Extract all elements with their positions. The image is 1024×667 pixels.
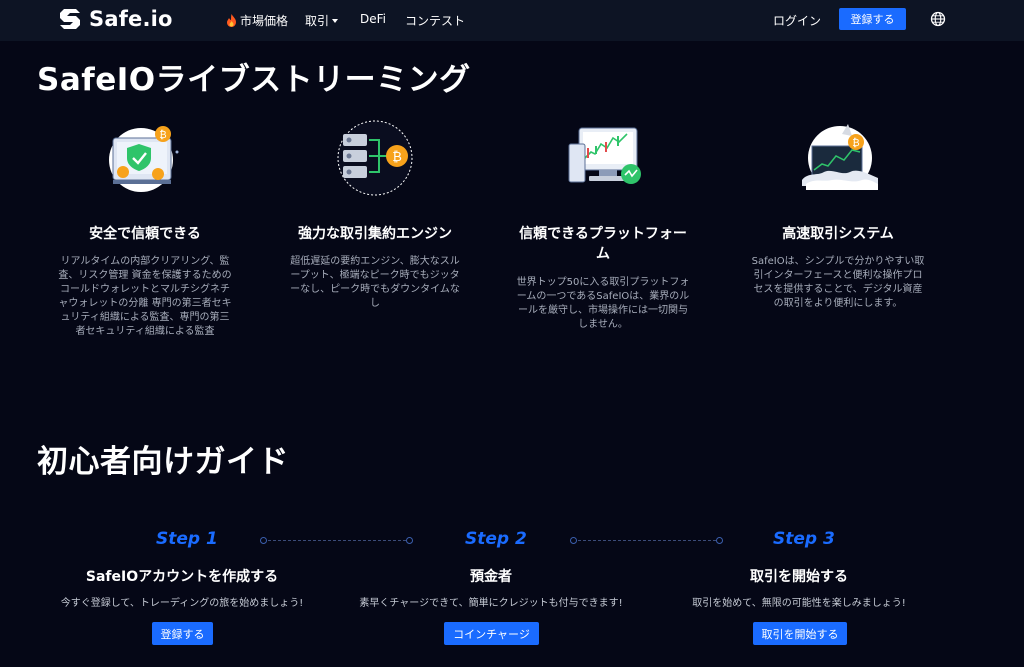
desc-line: ーなし、ピーク時でもダウンタイムな — [290, 284, 460, 295]
connector-dot — [260, 537, 267, 544]
nav-contest-label: コンテスト — [405, 14, 466, 28]
feature-desc-secure: リアルタイムの内部クリアリング、監 査、リスク管理 資金を保護するための コール… — [50, 255, 240, 339]
platform-devices-icon — [568, 127, 641, 184]
connector-dot — [570, 537, 577, 544]
nav-defi[interactable]: DeFi — [360, 12, 386, 26]
signup-step-button[interactable]: 登録する — [152, 622, 213, 645]
desc-line: 査、リスク管理 資金を保護するための — [58, 270, 232, 281]
step-1-desc: 今すぐ登録して、トレーディングの旅を始めましょう! — [60, 598, 304, 609]
desc-line: 者セキュリティ組織による監査 — [75, 326, 215, 337]
nav-trade-label: 取引 — [305, 14, 330, 28]
desc-line: の取引をより便利にします。 — [773, 298, 903, 309]
svg-text:₿: ₿ — [159, 129, 166, 141]
feature-desc-platform: 世界トップ50に入る取引プラットフォ ームの一つであるSafeIOは、業界のル … — [508, 276, 698, 332]
desc-line: ールを厳守し、市場操作には一切関与 — [518, 305, 688, 316]
nav-market-price-label: 市場価格 — [240, 14, 289, 28]
desc-line: ャウォレットの分離 専門の第三者セキ — [58, 298, 232, 309]
desc-line: SafeIOは、シンプルで分かりやすい取 — [751, 256, 925, 267]
logo-icon — [60, 9, 80, 29]
desc-line: 超低遅延の要約エンジン、膨大なスル — [290, 256, 460, 267]
top-nav: Safe.io 市場価格 取引 DeFi コンテスト ログイン 登録する — [0, 0, 1024, 41]
server-engine-icon: ₿ — [337, 120, 413, 196]
feature-title-platform: 信頼できるプラットフォー ム — [508, 224, 698, 264]
step-3-title: 取引を開始する — [750, 569, 848, 585]
signup-button[interactable]: 登録する — [839, 8, 906, 30]
desc-line: ームの一つであるSafeIOは、業界のル — [516, 291, 690, 302]
globe-icon[interactable] — [930, 11, 946, 27]
step-1-label: Step 1 — [156, 529, 218, 549]
logo[interactable]: Safe.io — [57, 6, 173, 32]
step-2-label: Step 2 — [465, 529, 527, 549]
desc-line: ープット、極端なピーク時でもジッタ — [290, 270, 460, 281]
nav-defi-label: DeFi — [360, 12, 386, 26]
desc-line: しません。 — [578, 319, 628, 330]
nav-contest[interactable]: コンテスト — [405, 12, 465, 29]
connector-dot — [716, 537, 723, 544]
rocket-chart-icon: ₿ — [802, 124, 878, 190]
feature-title-fast-trading: 高速取引システム — [782, 226, 894, 242]
svg-text:₿: ₿ — [852, 137, 859, 149]
start-trading-button[interactable]: 取引を開始する — [753, 622, 847, 645]
step-connector — [578, 540, 716, 541]
desc-line: 引インターフェースと便利な操作プロ — [753, 270, 923, 281]
step-2-desc: 素早くチャージできて、簡単にクレジットも付与できます! — [359, 598, 623, 609]
desc-line: セスを提供することで、デジタル資産 — [753, 284, 923, 295]
desc-line: ュリティ組織による監査、専門の第三 — [60, 312, 230, 323]
connector-dot — [406, 537, 413, 544]
desc-line: し — [370, 298, 380, 309]
guide-title: 初心者向けガイド — [37, 444, 289, 480]
streaming-title: SafeIOライブストリーミング — [37, 62, 471, 98]
nav-trade[interactable]: 取引 — [305, 12, 339, 29]
feature-desc-engine: 超低遅延の要約エンジン、膨大なスル ープット、極端なピーク時でもジッタ ーなし、… — [280, 255, 470, 311]
desc-line: コールドウォレットとマルチシグネチ — [60, 284, 230, 295]
svg-text:₿: ₿ — [392, 150, 402, 165]
feature-title-secure: 安全で信頼できる — [89, 226, 201, 242]
caret-down-icon — [332, 18, 339, 23]
desc-line: リアルタイムの内部クリアリング、監 — [60, 256, 230, 267]
desc-line: 世界トップ50に入る取引プラットフォ — [516, 277, 690, 288]
title-line: ム — [596, 246, 610, 262]
fire-icon — [227, 14, 236, 27]
nav-market-price[interactable]: 市場価格 — [226, 12, 288, 29]
feature-desc-fast-trading: SafeIOは、シンプルで分かりやすい取 引インターフェースと便利な操作プロ セ… — [738, 255, 938, 311]
step-1-title: SafeIOアカウントを作成する — [85, 569, 279, 585]
step-2-title: 預金者 — [470, 569, 512, 585]
title-line: 信頼できるプラットフォー — [519, 226, 687, 242]
feature-title-engine: 強力な取引集約エンジン — [298, 226, 452, 242]
login-link[interactable]: ログイン — [773, 12, 821, 29]
step-3-desc: 取引を始めて、無限の可能性を楽しみましょう! — [692, 598, 906, 609]
coin-charge-button[interactable]: コインチャージ — [444, 622, 539, 645]
shield-monitor-icon: ₿ — [109, 126, 179, 192]
step-connector — [268, 540, 406, 541]
logo-text: Safe.io — [89, 7, 173, 31]
step-3-label: Step 3 — [773, 529, 835, 549]
